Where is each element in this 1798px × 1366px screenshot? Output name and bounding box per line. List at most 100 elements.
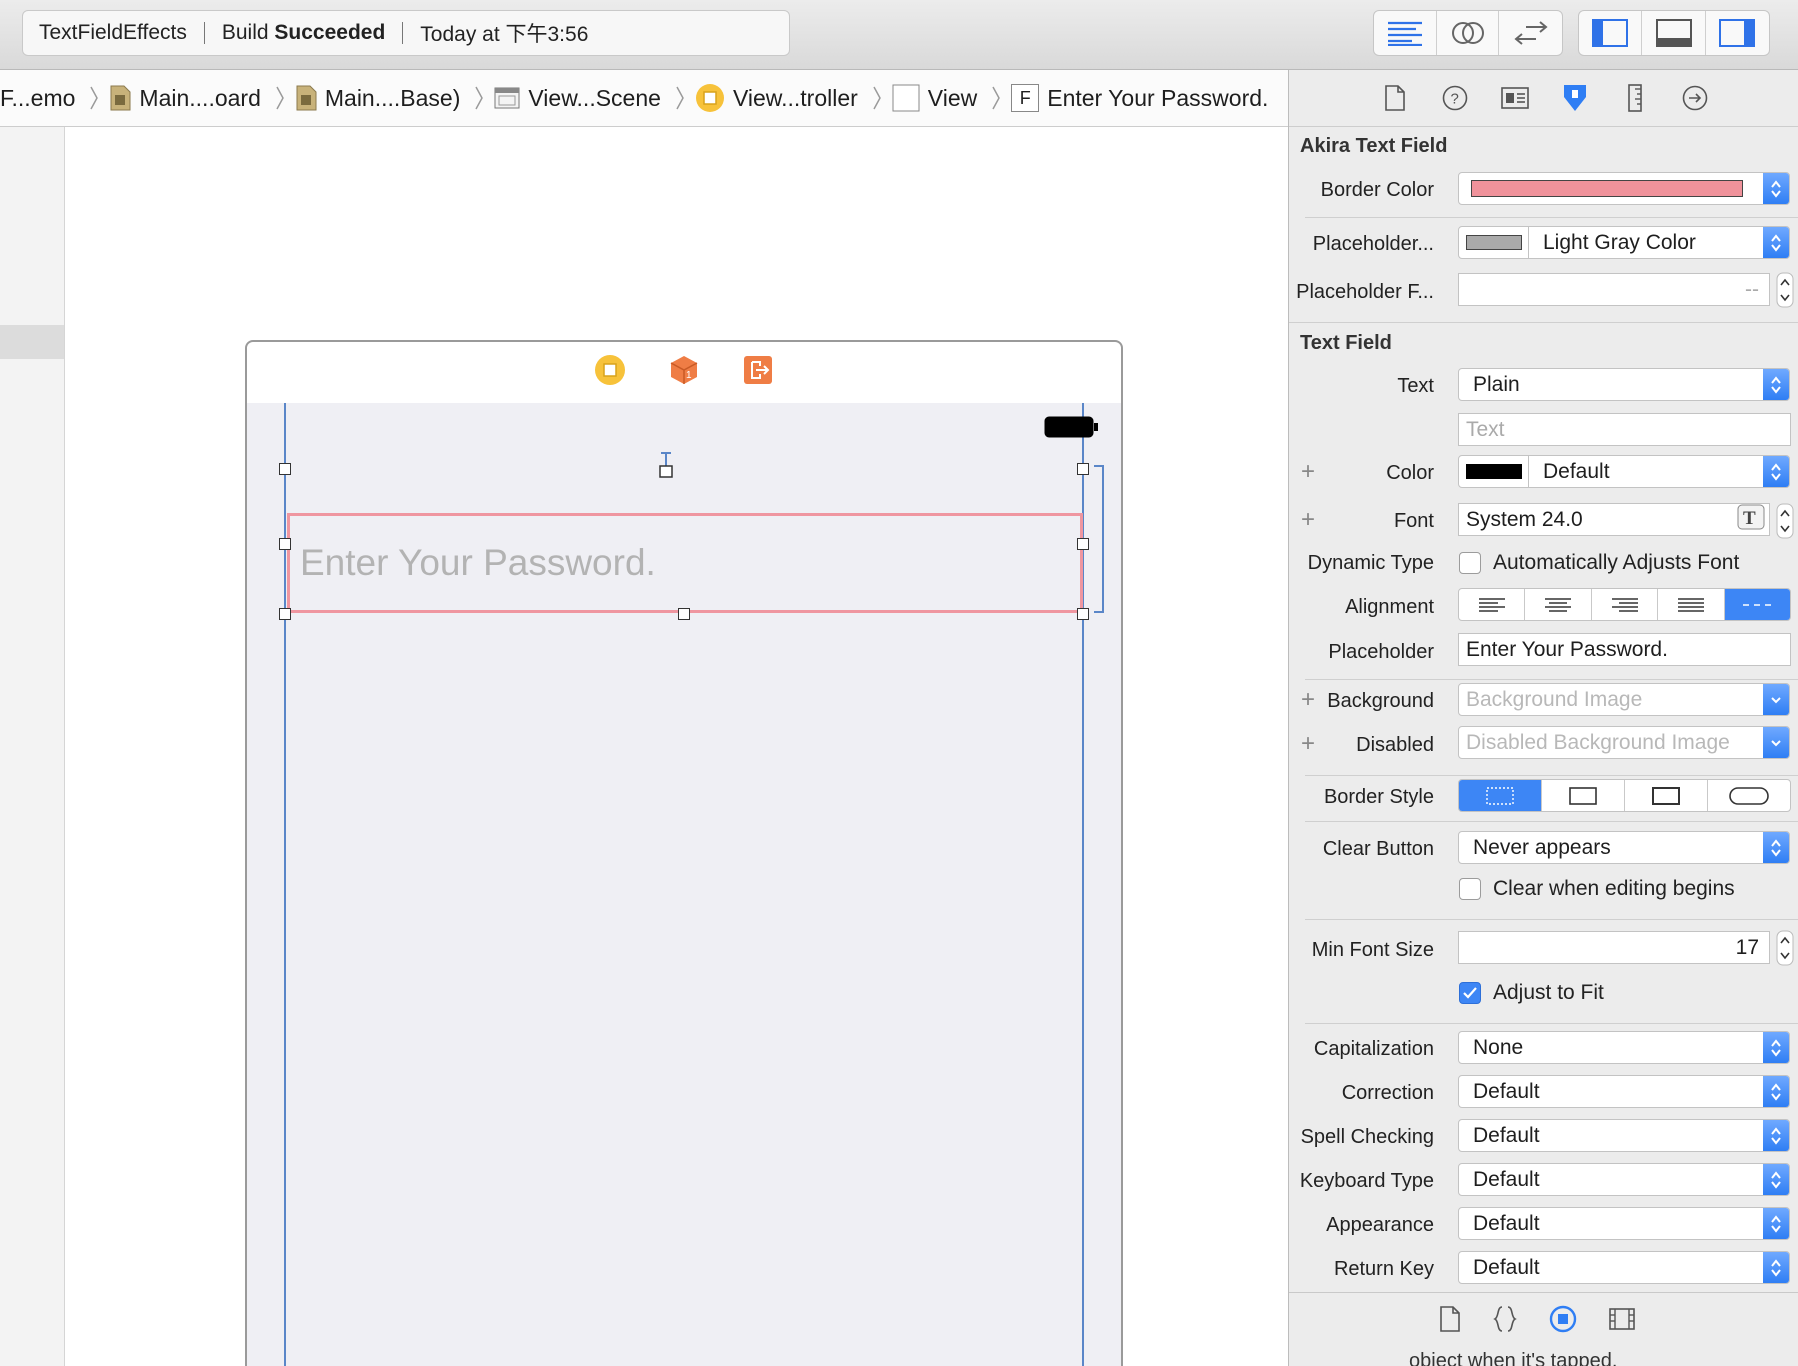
clear-editing-label: Clear when editing begins (1493, 877, 1735, 900)
inspector-tab-bar: ? (1289, 70, 1798, 127)
chevron-right-icon (89, 85, 99, 111)
object-library-icon[interactable] (1549, 1305, 1577, 1338)
text-color-popup[interactable]: Default (1458, 455, 1790, 488)
align-natural-icon[interactable] (1724, 589, 1790, 620)
breadcrumb-storyboard[interactable]: Main....oard (109, 85, 261, 112)
return-key-value: Default (1473, 1255, 1540, 1279)
resize-handle[interactable] (279, 608, 291, 620)
attributes-inspector-icon[interactable] (1555, 79, 1594, 118)
align-justified-icon[interactable] (1658, 589, 1725, 620)
identity-inspector-icon[interactable] (1495, 79, 1534, 118)
adjust-to-fit-checkbox[interactable] (1459, 982, 1481, 1004)
correction-popup[interactable]: Default (1458, 1075, 1790, 1108)
min-font-size-label: Min Font Size (1311, 939, 1434, 961)
akira-text-field[interactable]: Enter Your Password. (287, 513, 1083, 613)
alignment-label: Alignment (1345, 596, 1434, 618)
height-constraint[interactable] (1094, 465, 1104, 613)
first-responder-icon[interactable]: 1 (668, 354, 700, 391)
exit-icon[interactable] (742, 354, 774, 391)
resize-handle[interactable] (279, 463, 291, 475)
appearance-popup[interactable]: Default (1458, 1207, 1790, 1240)
standard-editor-icon[interactable] (1374, 11, 1437, 55)
media-library-icon[interactable] (1609, 1307, 1635, 1336)
akira-section-title: Akira Text Field (1300, 135, 1448, 157)
file-inspector-icon[interactable] (1375, 79, 1414, 118)
chevron-updown-icon (1763, 173, 1789, 204)
border-line-icon[interactable] (1542, 780, 1625, 811)
keyboard-type-popup[interactable]: Default (1458, 1163, 1790, 1196)
outline-selected-row[interactable] (0, 325, 64, 359)
placeholder-color-popup[interactable]: Light Gray Color (1458, 226, 1790, 259)
spell-checking-popup[interactable]: Default (1458, 1119, 1790, 1152)
placeholder-font-label: Placeholder F... (1296, 281, 1434, 303)
background-image-combo[interactable]: Background Image (1458, 683, 1790, 716)
resize-handle[interactable] (1077, 608, 1089, 620)
code-snippet-icon[interactable] (1493, 1305, 1517, 1338)
file-template-icon[interactable] (1439, 1305, 1461, 1337)
stepper-icon[interactable] (1776, 503, 1794, 544)
chevron-updown-icon (1763, 1164, 1789, 1195)
storyboard-canvas[interactable]: 1 Enter Your Password. (0, 127, 1288, 1366)
appearance-label: Appearance (1326, 1214, 1434, 1236)
breadcrumb-project[interactable]: F...emo (0, 85, 75, 112)
background-label: Background (1327, 690, 1434, 712)
background-image-placeholder: Background Image (1466, 687, 1643, 711)
divider (1305, 217, 1798, 218)
border-rounded-icon[interactable] (1708, 780, 1790, 811)
navigator-panel-icon[interactable] (1579, 11, 1643, 55)
chevron-updown-icon (1763, 369, 1789, 400)
disabled-image-combo[interactable]: Disabled Background Image (1458, 726, 1790, 759)
resize-handle[interactable] (1077, 538, 1089, 550)
chevron-right-icon (474, 85, 484, 111)
document-outline-strip (0, 127, 65, 1366)
align-left-icon[interactable] (1459, 589, 1526, 620)
breadcrumb-scene[interactable]: View...Scene (494, 85, 661, 112)
text-content-field[interactable]: Text (1458, 413, 1791, 446)
placeholder-font-field[interactable]: -- (1458, 273, 1770, 306)
min-font-size-field[interactable]: 17 (1458, 931, 1770, 964)
breadcrumb-view-controller[interactable]: View...troller (695, 83, 858, 113)
breadcrumb-textfield[interactable]: F Enter Your Password. (1011, 84, 1268, 112)
border-style-segmented-control[interactable] (1458, 779, 1791, 812)
utilities-panel-icon[interactable] (1706, 11, 1769, 55)
resize-handle[interactable] (678, 608, 690, 620)
breadcrumb-storyboard-base[interactable]: Main....Base) (295, 84, 461, 112)
view-icon (892, 84, 920, 112)
root-view[interactable]: Enter Your Password. (245, 403, 1123, 1366)
border-none-icon[interactable] (1459, 780, 1542, 811)
text-type-popup[interactable]: Plain (1458, 368, 1790, 401)
clear-button-popup[interactable]: Never appears (1458, 831, 1790, 864)
capitalization-popup[interactable]: None (1458, 1031, 1790, 1064)
border-color-popup[interactable] (1458, 172, 1790, 205)
dynamic-type-checkbox[interactable] (1459, 552, 1481, 574)
align-center-icon[interactable] (1525, 589, 1592, 620)
assistant-editor-icon[interactable] (1437, 11, 1500, 55)
view-controller-icon[interactable] (594, 354, 626, 391)
stepper-icon[interactable] (1776, 272, 1794, 313)
spell-checking-value: Default (1473, 1123, 1540, 1147)
debug-panel-icon[interactable] (1642, 11, 1706, 55)
placeholder-field[interactable]: Enter Your Password. (1458, 633, 1791, 666)
jump-bar: F...emo Main....oard Main....Base) View.… (0, 70, 1288, 127)
view-controller-scene[interactable]: 1 Enter Your Password. (245, 340, 1123, 1366)
divider (1305, 679, 1798, 680)
resize-handle[interactable] (1077, 463, 1089, 475)
resize-handle[interactable] (279, 538, 291, 550)
return-key-popup[interactable]: Default (1458, 1251, 1790, 1284)
clear-editing-checkbox[interactable] (1459, 878, 1481, 900)
stepper-icon[interactable] (1776, 930, 1794, 971)
placeholder-color-label: Placeholder... (1312, 233, 1434, 255)
font-picker-icon[interactable]: T (1737, 504, 1765, 536)
quick-help-icon[interactable]: ? (1435, 79, 1474, 118)
breadcrumb-view[interactable]: View (892, 84, 977, 112)
top-constraint-icon[interactable] (658, 451, 674, 484)
version-editor-icon[interactable] (1499, 11, 1562, 55)
size-inspector-icon[interactable] (1615, 79, 1654, 118)
connections-inspector-icon[interactable] (1675, 79, 1714, 118)
font-field[interactable]: System 24.0 T (1458, 503, 1770, 536)
border-bezel-icon[interactable] (1625, 780, 1708, 811)
alignment-segmented-control[interactable] (1458, 588, 1791, 621)
breadcrumb-label: Main....Base) (324, 84, 461, 111)
align-right-icon[interactable] (1592, 589, 1659, 620)
chevron-down-icon (1763, 684, 1789, 715)
